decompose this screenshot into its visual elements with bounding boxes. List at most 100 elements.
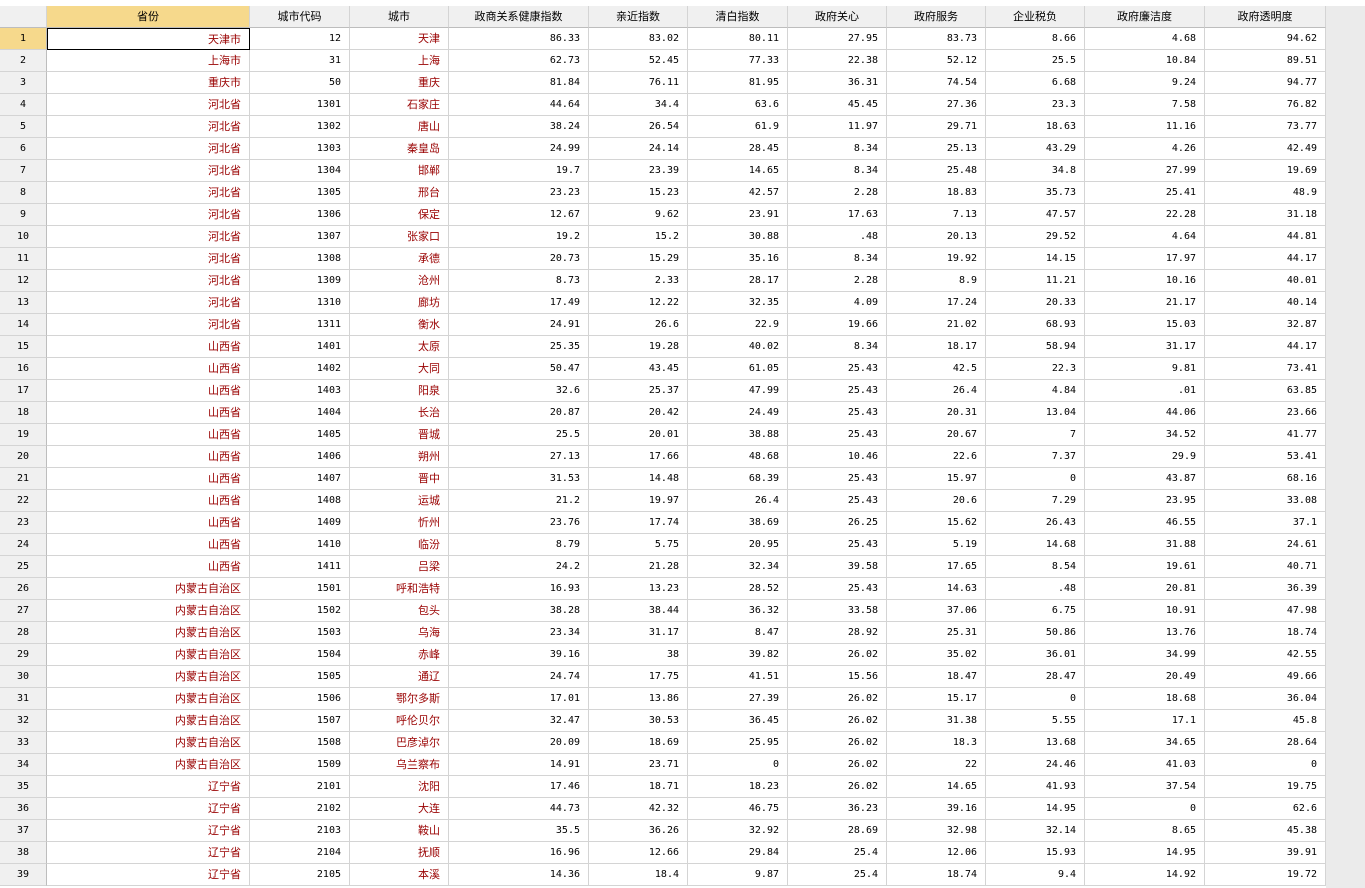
- table-cell[interactable]: 26.43: [986, 512, 1085, 534]
- table-cell[interactable]: 辽宁省: [47, 776, 250, 798]
- table-cell[interactable]: 辽宁省: [47, 820, 250, 842]
- table-cell[interactable]: 2103: [250, 820, 350, 842]
- table-cell[interactable]: 14.91: [449, 754, 589, 776]
- table-cell[interactable]: 鞍山: [350, 820, 449, 842]
- table-cell[interactable]: 38: [589, 644, 688, 666]
- table-cell[interactable]: 唐山: [350, 116, 449, 138]
- table-cell[interactable]: 包头: [350, 600, 449, 622]
- table-cell[interactable]: 1409: [250, 512, 350, 534]
- table-cell[interactable]: 29.9: [1085, 446, 1205, 468]
- table-cell[interactable]: 15.17: [887, 688, 986, 710]
- table-cell[interactable]: 5.55: [986, 710, 1085, 732]
- table-cell[interactable]: 39.16: [449, 644, 589, 666]
- table-cell[interactable]: 1403: [250, 380, 350, 402]
- row-header[interactable]: 39: [0, 864, 47, 886]
- table-cell[interactable]: 25.43: [788, 534, 887, 556]
- table-cell[interactable]: 21.02: [887, 314, 986, 336]
- row-header[interactable]: 12: [0, 270, 47, 292]
- table-cell[interactable]: 18.71: [589, 776, 688, 798]
- table-cell[interactable]: 0: [688, 754, 788, 776]
- table-cell[interactable]: 25.43: [788, 490, 887, 512]
- table-cell[interactable]: 乌兰察布: [350, 754, 449, 776]
- table-cell[interactable]: 36.45: [688, 710, 788, 732]
- table-cell[interactable]: 33.58: [788, 600, 887, 622]
- table-cell[interactable]: 10.16: [1085, 270, 1205, 292]
- table-cell[interactable]: 忻州: [350, 512, 449, 534]
- table-cell[interactable]: 5.19: [887, 534, 986, 556]
- table-cell[interactable]: 26.02: [788, 732, 887, 754]
- table-cell[interactable]: 1302: [250, 116, 350, 138]
- table-cell[interactable]: 晋中: [350, 468, 449, 490]
- table-cell[interactable]: 32.47: [449, 710, 589, 732]
- table-cell[interactable]: 63.85: [1205, 380, 1326, 402]
- table-cell[interactable]: 23.76: [449, 512, 589, 534]
- table-cell[interactable]: 1506: [250, 688, 350, 710]
- table-cell[interactable]: 内蒙古自治区: [47, 578, 250, 600]
- table-cell[interactable]: 大连: [350, 798, 449, 820]
- table-cell[interactable]: 83.02: [589, 28, 688, 50]
- table-cell[interactable]: 18.68: [1085, 688, 1205, 710]
- table-cell[interactable]: 41.03: [1085, 754, 1205, 776]
- table-cell[interactable]: 重庆: [350, 72, 449, 94]
- table-cell[interactable]: 42.32: [589, 798, 688, 820]
- table-cell[interactable]: 17.66: [589, 446, 688, 468]
- table-cell[interactable]: 19.2: [449, 226, 589, 248]
- table-cell[interactable]: 河北省: [47, 182, 250, 204]
- table-cell[interactable]: 32.6: [449, 380, 589, 402]
- table-cell[interactable]: 39.58: [788, 556, 887, 578]
- table-cell[interactable]: 34.65: [1085, 732, 1205, 754]
- table-cell[interactable]: 18.63: [986, 116, 1085, 138]
- table-cell[interactable]: 衡水: [350, 314, 449, 336]
- table-cell[interactable]: 河北省: [47, 116, 250, 138]
- table-cell[interactable]: 8.66: [986, 28, 1085, 50]
- table-cell[interactable]: 8.9: [887, 270, 986, 292]
- table-cell[interactable]: 43.87: [1085, 468, 1205, 490]
- table-cell[interactable]: 辽宁省: [47, 842, 250, 864]
- table-cell[interactable]: 22.9: [688, 314, 788, 336]
- table-cell[interactable]: 1308: [250, 248, 350, 270]
- row-header[interactable]: 6: [0, 138, 47, 160]
- table-cell[interactable]: 1504: [250, 644, 350, 666]
- table-cell[interactable]: 1401: [250, 336, 350, 358]
- table-cell[interactable]: 1304: [250, 160, 350, 182]
- table-cell[interactable]: 17.1: [1085, 710, 1205, 732]
- table-cell[interactable]: 26.02: [788, 776, 887, 798]
- table-cell[interactable]: 46.75: [688, 798, 788, 820]
- table-cell[interactable]: 14.95: [986, 798, 1085, 820]
- table-cell[interactable]: 1410: [250, 534, 350, 556]
- table-cell[interactable]: 43.29: [986, 138, 1085, 160]
- table-cell[interactable]: 25.5: [449, 424, 589, 446]
- table-cell[interactable]: 1309: [250, 270, 350, 292]
- table-cell[interactable]: 74.54: [887, 72, 986, 94]
- table-cell[interactable]: 53.41: [1205, 446, 1326, 468]
- table-cell[interactable]: 50: [250, 72, 350, 94]
- table-cell[interactable]: 31.18: [1205, 204, 1326, 226]
- table-cell[interactable]: 27.39: [688, 688, 788, 710]
- table-cell[interactable]: 31.53: [449, 468, 589, 490]
- table-cell[interactable]: 20.31: [887, 402, 986, 424]
- column-header[interactable]: 政府透明度: [1205, 6, 1326, 28]
- table-cell[interactable]: 1501: [250, 578, 350, 600]
- table-cell[interactable]: 河北省: [47, 248, 250, 270]
- table-cell[interactable]: 45.45: [788, 94, 887, 116]
- column-header[interactable]: 城市: [350, 6, 449, 28]
- table-cell[interactable]: 68.93: [986, 314, 1085, 336]
- table-cell[interactable]: 52.45: [589, 50, 688, 72]
- table-cell[interactable]: 21.17: [1085, 292, 1205, 314]
- table-cell[interactable]: 13.04: [986, 402, 1085, 424]
- row-header[interactable]: 17: [0, 380, 47, 402]
- table-cell[interactable]: 42.57: [688, 182, 788, 204]
- table-cell[interactable]: 29.71: [887, 116, 986, 138]
- table-cell[interactable]: 19.97: [589, 490, 688, 512]
- table-cell[interactable]: 内蒙古自治区: [47, 622, 250, 644]
- table-cell[interactable]: 20.73: [449, 248, 589, 270]
- table-cell[interactable]: 61.05: [688, 358, 788, 380]
- row-header[interactable]: 22: [0, 490, 47, 512]
- table-cell[interactable]: 1407: [250, 468, 350, 490]
- table-cell[interactable]: 赤峰: [350, 644, 449, 666]
- table-cell[interactable]: 47.57: [986, 204, 1085, 226]
- table-cell[interactable]: 10.84: [1085, 50, 1205, 72]
- table-cell[interactable]: 26.4: [887, 380, 986, 402]
- table-cell[interactable]: 河北省: [47, 94, 250, 116]
- table-cell[interactable]: 39.16: [887, 798, 986, 820]
